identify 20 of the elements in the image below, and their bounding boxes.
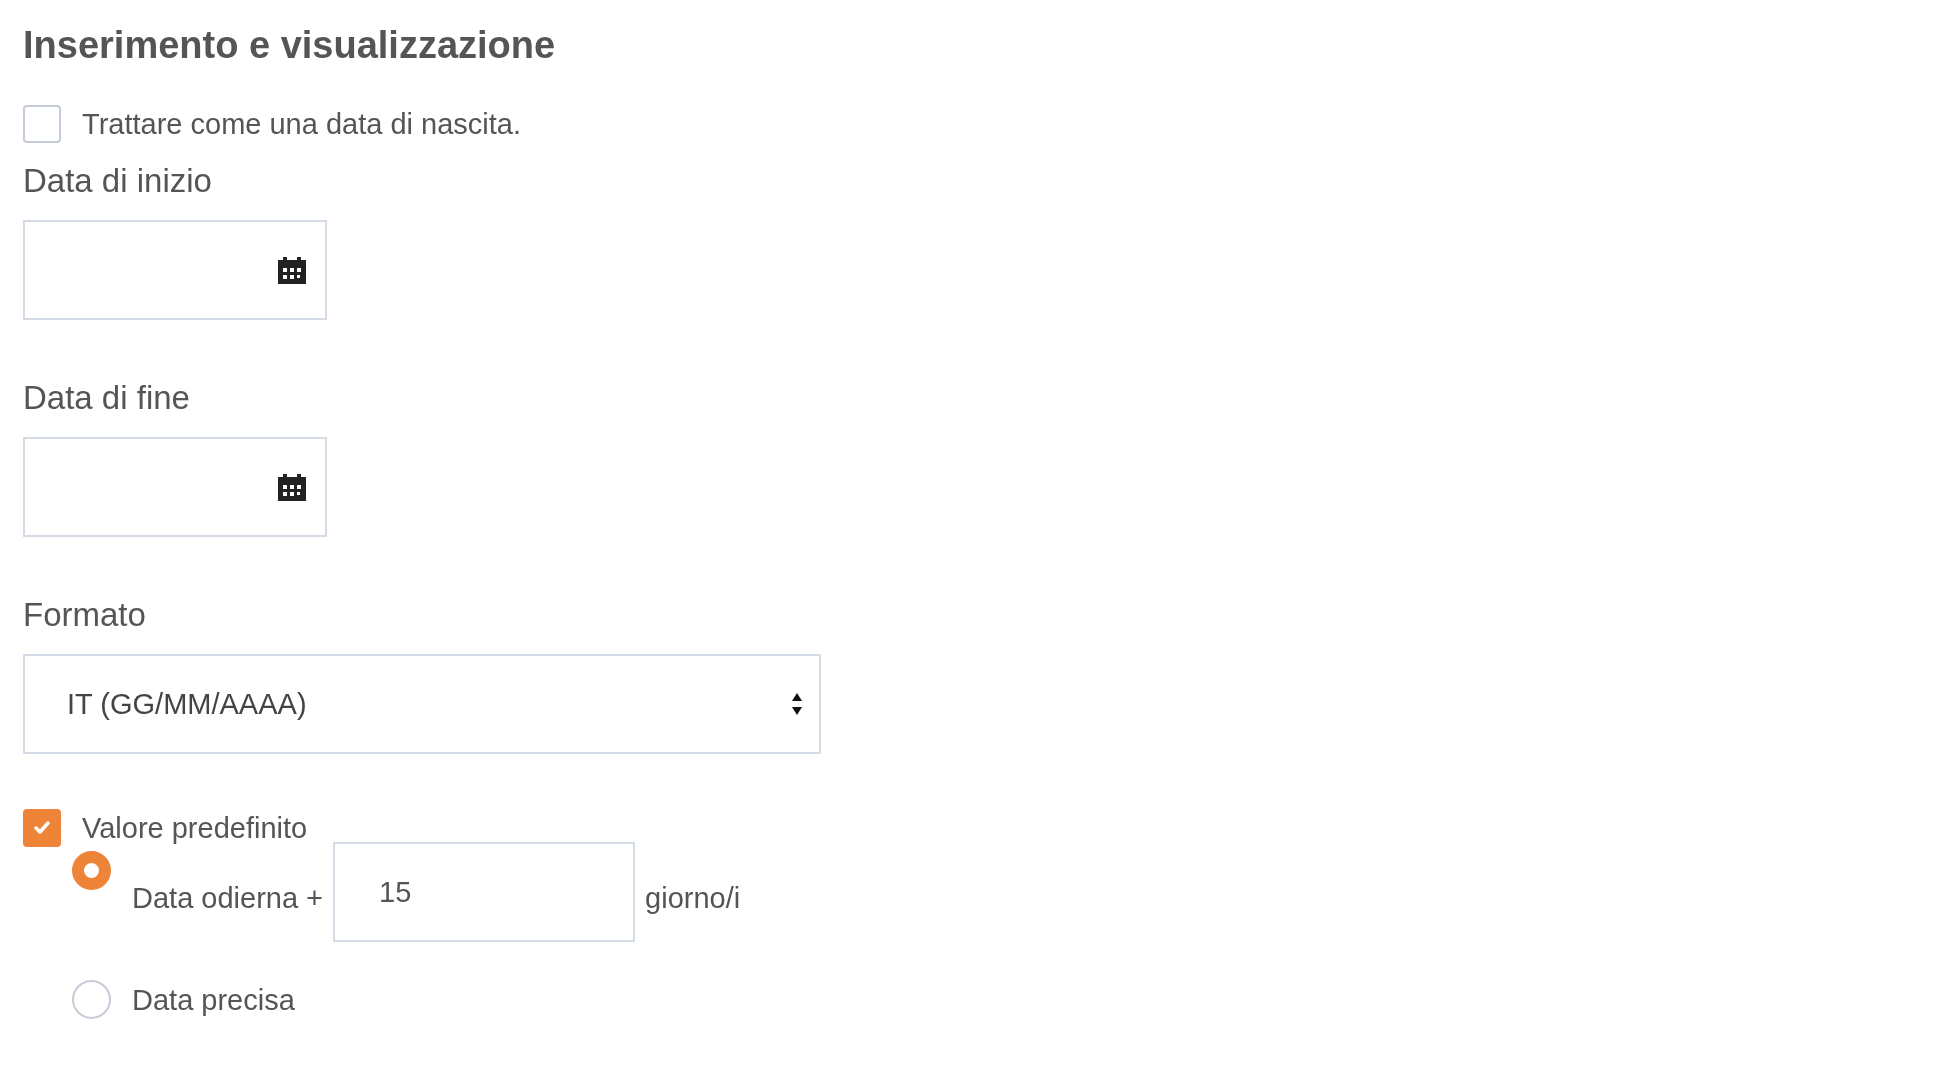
checkbox-label: Trattare come una data di nascita. xyxy=(82,107,521,142)
section-heading: Inserimento e visualizzazione xyxy=(23,23,557,68)
unit-label: giorno/i xyxy=(645,881,741,916)
calendar-icon[interactable] xyxy=(277,473,307,501)
format-select[interactable]: IT (GG/MM/AAAA) xyxy=(23,654,821,754)
radio-label: Data odierna + xyxy=(132,881,324,916)
field-label: Formato xyxy=(23,595,147,635)
radio-button[interactable] xyxy=(72,980,111,1019)
sort-arrows-icon xyxy=(791,692,803,716)
radio-button[interactable] xyxy=(72,851,111,890)
date-field[interactable] xyxy=(23,220,327,320)
field-label: Data di fine xyxy=(23,378,191,418)
checkbox[interactable] xyxy=(23,105,61,143)
radio-label: Data precisa xyxy=(132,982,295,1018)
field-label: Data di inizio xyxy=(23,161,213,201)
calendar-icon[interactable] xyxy=(277,256,307,284)
date-field[interactable] xyxy=(23,437,327,537)
checkbox[interactable] xyxy=(23,809,61,847)
checkbox-label: Valore predefinito xyxy=(82,811,308,846)
days-field[interactable]: 15 xyxy=(333,842,636,942)
